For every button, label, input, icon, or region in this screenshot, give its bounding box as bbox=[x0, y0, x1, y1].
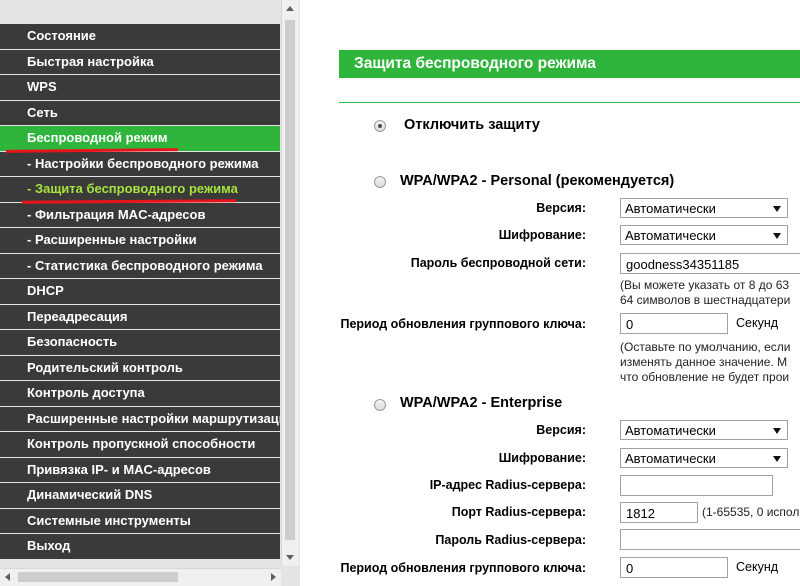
sidebar-item-logout[interactable]: Выход bbox=[0, 534, 280, 559]
scroll-down-arrow-icon[interactable] bbox=[286, 555, 294, 560]
sidebar-menu: Состояние Быстрая настройка WPS Сеть Бес… bbox=[0, 24, 280, 560]
sidebar-item-forwarding[interactable]: Переадресация bbox=[0, 304, 280, 329]
enterprise-encryption-select[interactable]: Автоматически bbox=[620, 448, 788, 468]
wpa-personal-radio[interactable] bbox=[374, 176, 386, 188]
section-divider bbox=[339, 102, 800, 103]
personal-version-select[interactable]: Автоматически bbox=[620, 198, 788, 218]
sidebar-item-system-tools[interactable]: Системные инструменты bbox=[0, 508, 280, 533]
group-key-note-line3: что обновление не будет прои bbox=[620, 370, 790, 384]
enterprise-encryption-label: Шифрование: bbox=[498, 451, 586, 465]
disable-security-radio[interactable] bbox=[374, 120, 386, 132]
personal-group-key-unit: Секунд bbox=[736, 316, 779, 330]
personal-version-label: Версия: bbox=[536, 201, 586, 215]
personal-encryption-select[interactable]: Автоматически bbox=[620, 225, 788, 245]
wpa-personal-title: WPA/WPA2 - Personal (рекомендуется) bbox=[400, 173, 675, 189]
radius-ip-label: IP-адрес Radius-сервера: bbox=[429, 478, 586, 492]
personal-group-key-input[interactable]: 0 bbox=[620, 313, 728, 334]
enterprise-encryption-value: Автоматически bbox=[625, 451, 716, 466]
wpa-enterprise-radio[interactable] bbox=[374, 399, 386, 411]
enterprise-version-select[interactable]: Автоматически bbox=[620, 420, 788, 440]
sidebar-item-dynamic-dns[interactable]: Динамический DNS bbox=[0, 483, 280, 508]
sidebar-item-wireless[interactable]: Беспроводной режим bbox=[0, 126, 280, 151]
sidebar-item-ip-mac-binding[interactable]: Привязка IP- и MAC-адресов bbox=[0, 457, 280, 482]
scrollbar-thumb[interactable] bbox=[285, 20, 295, 540]
sidebar-item-quick-setup[interactable]: Быстрая настройка bbox=[0, 49, 280, 74]
sidebar-subitem-wireless-settings[interactable]: - Настройки беспроводного режима bbox=[0, 151, 280, 176]
group-key-note-line1: (Оставьте по умолчанию, если bbox=[620, 340, 791, 354]
radius-password-input[interactable] bbox=[620, 529, 800, 550]
sidebar-subitem-wireless-security[interactable]: - Защита беспроводного режима bbox=[0, 177, 280, 202]
chevron-down-icon bbox=[773, 233, 781, 239]
radius-port-input[interactable]: 1812 bbox=[620, 502, 698, 523]
sidebar-item-dhcp[interactable]: DHCP bbox=[0, 279, 280, 304]
sidebar-item-security[interactable]: Безопасность bbox=[0, 330, 280, 355]
group-key-note-line2: изменять данное значение. М bbox=[620, 355, 788, 369]
scroll-up-arrow-icon[interactable] bbox=[286, 6, 294, 11]
wireless-password-input[interactable]: goodness34351185 bbox=[620, 253, 800, 274]
enterprise-group-key-unit: Секунд bbox=[736, 560, 779, 574]
sidebar-subitem-wireless-advanced[interactable]: - Расширенные настройки bbox=[0, 228, 280, 253]
sidebar-horizontal-scrollbar[interactable] bbox=[0, 568, 281, 586]
radius-port-note: (1-65535, 0 испол bbox=[702, 505, 800, 519]
radius-ip-input[interactable] bbox=[620, 475, 773, 496]
scroll-right-arrow-icon[interactable] bbox=[271, 573, 276, 581]
wpa-enterprise-title: WPA/WPA2 - Enterprise bbox=[400, 395, 563, 411]
sidebar-item-status[interactable]: Состояние bbox=[0, 24, 280, 49]
enterprise-version-value: Автоматически bbox=[625, 423, 716, 438]
sidebar-item-bandwidth-control[interactable]: Контроль пропускной способности bbox=[0, 432, 280, 457]
sidebar-item-wps[interactable]: WPS bbox=[0, 75, 280, 100]
sidebar-subitem-wireless-statistics[interactable]: - Статистика беспроводного режима bbox=[0, 253, 280, 278]
chevron-down-icon bbox=[773, 428, 781, 434]
enterprise-group-key-label: Период обновления группового ключа: bbox=[340, 561, 586, 575]
sidebar-item-parental-control[interactable]: Родительский контроль bbox=[0, 355, 280, 380]
password-note-line1: (Вы можете указать от 8 до 63 bbox=[620, 278, 790, 292]
scrollbar-thumb[interactable] bbox=[18, 572, 178, 582]
section-title: Защита беспроводного режима bbox=[339, 50, 800, 78]
disable-security-label: Отключить защиту bbox=[404, 117, 540, 133]
personal-encryption-label: Шифрование: bbox=[498, 228, 586, 242]
scroll-left-arrow-icon[interactable] bbox=[5, 573, 10, 581]
radius-password-label: Пароль Radius-сервера: bbox=[435, 533, 586, 547]
sidebar: Состояние Быстрая настройка WPS Сеть Бес… bbox=[0, 0, 300, 586]
enterprise-version-label: Версия: bbox=[536, 423, 586, 437]
sidebar-item-advanced-routing[interactable]: Расширенные настройки маршрутизации bbox=[0, 406, 280, 431]
sidebar-vertical-scrollbar[interactable] bbox=[281, 0, 299, 566]
wireless-password-label: Пароль беспроводной сети: bbox=[410, 256, 586, 270]
sidebar-item-network[interactable]: Сеть bbox=[0, 100, 280, 125]
personal-group-key-label: Период обновления группового ключа: bbox=[340, 317, 586, 331]
radius-port-label: Порт Radius-сервера: bbox=[451, 505, 586, 519]
sidebar-subitem-mac-filtering[interactable]: - Фильтрация MAC-адресов bbox=[0, 202, 280, 227]
password-note-line2: 64 символов в шестнадцатери bbox=[620, 293, 791, 307]
personal-encryption-value: Автоматически bbox=[625, 228, 716, 243]
sidebar-item-access-control[interactable]: Контроль доступа bbox=[0, 381, 280, 406]
enterprise-group-key-input[interactable]: 0 bbox=[620, 557, 728, 578]
chevron-down-icon bbox=[773, 206, 781, 212]
chevron-down-icon bbox=[773, 456, 781, 462]
personal-version-value: Автоматически bbox=[625, 201, 716, 216]
